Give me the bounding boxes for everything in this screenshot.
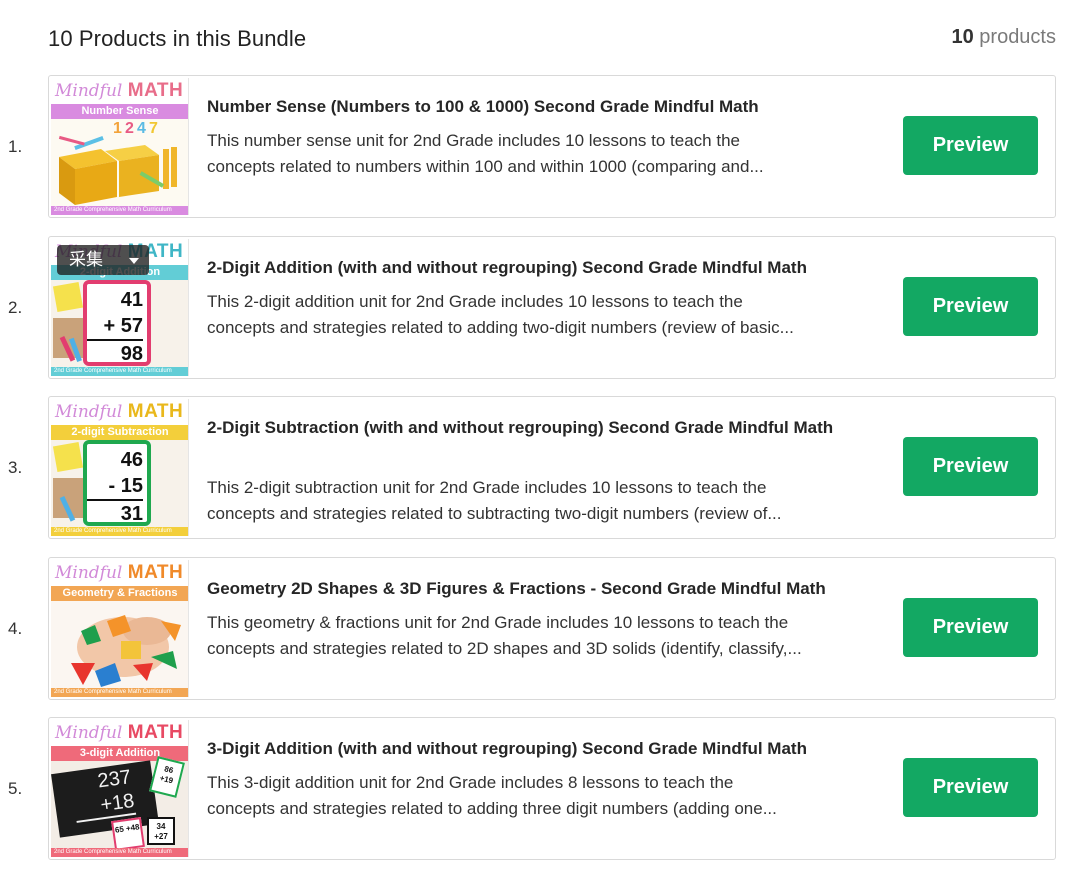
product-card: Mindful MATH Number Sense 1 2 4 7 2nd Gr… [48,75,1056,218]
thumb-brand: Mindful MATH [55,562,184,583]
product-number: 3. [8,458,23,477]
thumb-footer: 2nd Grade Comprehensive Math Curriculum [51,527,188,536]
product-card: Mindful MATH 2-digit Subtraction 46 - 15… [48,396,1056,539]
product-description: This geometry & fractions unit for 2nd G… [207,613,802,658]
product-thumbnail[interactable]: Mindful MATH Number Sense 1 2 4 7 2nd Gr… [51,78,189,215]
product-title[interactable]: Geometry 2D Shapes & 3D Figures & Fracti… [207,576,887,602]
svg-text:2: 2 [125,120,134,137]
product-description: This number sense unit for 2nd Grade inc… [207,131,764,176]
svg-text:4: 4 [137,120,146,137]
bundle-product-row: 3. Mindful MATH 2-digit Subtraction 46 -… [0,396,1080,539]
thumb-band: 2-digit Subtraction [51,425,188,440]
product-thumbnail[interactable]: Mindful MATH 2-digit Subtraction 46 - 15… [51,399,189,536]
thumb-footer: 2nd Grade Comprehensive Math Curriculum [51,688,188,697]
preview-button[interactable]: Preview [903,437,1038,496]
whiteboard-line: 31 [120,503,143,525]
product-card: Mindful MATH 2-digit Addition 41 + 57 98… [48,236,1056,379]
pattern-blocks-icon [51,601,188,688]
product-number: 4. [8,619,23,638]
base-ten-blocks-icon: 1 2 4 7 [51,119,188,206]
thumb-footer: 2nd Grade Comprehensive Math Curriculum [51,367,188,376]
whiteboard-line: 98 [120,343,143,365]
thumb-brand: Mindful MATH [55,401,184,422]
whiteboard-line: + 57 [87,313,143,341]
product-number: 2. [8,298,23,317]
product-count-number: 10 [951,26,974,48]
product-count-suffix: products [979,26,1056,48]
thumb-footer: 2nd Grade Comprehensive Math Curriculum [51,848,188,857]
product-title[interactable]: Number Sense (Numbers to 100 & 1000) Sec… [207,94,887,120]
flash-card: 34 +27 [147,817,175,845]
preview-button[interactable]: Preview [903,277,1038,336]
collect-button[interactable]: 采集 [57,245,149,275]
whiteboard-line: - 15 [87,473,143,501]
preview-button[interactable]: Preview [903,758,1038,817]
product-description: This 2-digit subtraction unit for 2nd Gr… [207,478,782,523]
bundle-product-row: 1. Mindful MATH Number Sense 1 2 4 7 2nd… [0,75,1080,218]
whiteboard-line: 41 [120,289,143,311]
product-title[interactable]: 2-Digit Subtraction (with and without re… [207,415,887,441]
preview-button[interactable]: Preview [903,116,1038,175]
flash-card: 86 +19 [149,756,185,798]
thumb-brand: Mindful MATH [55,722,184,743]
product-title[interactable]: 2-Digit Addition (with and without regro… [207,255,887,281]
chalkboard-icon: 237 +18 86 +19 65 +48 34 +27 [51,756,188,851]
bundle-product-row: 2. Mindful MATH 2-digit Addition 41 + 57… [0,236,1080,379]
bundle-product-row: 4. Mindful MATH Geometry & Fractions 2nd… [0,557,1080,700]
thumb-band: Geometry & Fractions [51,586,188,601]
bundle-title: 10 Products in this Bundle [48,26,307,51]
svg-text:7: 7 [149,120,158,137]
chevron-down-icon [129,258,139,264]
product-description: This 3-digit addition unit for 2nd Grade… [207,773,777,818]
thumb-brand: Mindful MATH [55,80,184,101]
whiteboard-line: 46 [120,449,143,471]
product-thumbnail[interactable]: Mindful MATH Geometry & Fractions 2nd Gr… [51,560,189,697]
bundle-header: 10 Products in this Bundle 10 products [48,24,1056,56]
product-card: Mindful MATH Geometry & Fractions 2nd Gr… [48,557,1056,700]
flash-card: 65 +48 [111,817,145,851]
whiteboard-icon: 46 - 15 31 [51,440,188,527]
product-number: 1. [8,137,23,156]
product-thumbnail[interactable]: Mindful MATH 3-digit Addition 237 +18 86… [51,720,189,857]
preview-button[interactable]: Preview [903,598,1038,657]
bundle-product-row: 5. Mindful MATH 3-digit Addition 237 +18… [0,717,1080,860]
product-title[interactable]: 3-Digit Addition (with and without regro… [207,736,887,762]
thumb-footer: 2nd Grade Comprehensive Math Curriculum [51,206,188,215]
product-count: 10 products [951,26,1056,49]
product-thumbnail[interactable]: Mindful MATH 2-digit Addition 41 + 57 98… [51,239,189,376]
thumb-band: Number Sense [51,104,188,119]
product-description: This 2-digit addition unit for 2nd Grade… [207,292,794,337]
whiteboard-icon: 41 + 57 98 [51,280,188,367]
product-card: Mindful MATH 3-digit Addition 237 +18 86… [48,717,1056,860]
product-number: 5. [8,779,23,798]
svg-text:1: 1 [113,120,122,137]
